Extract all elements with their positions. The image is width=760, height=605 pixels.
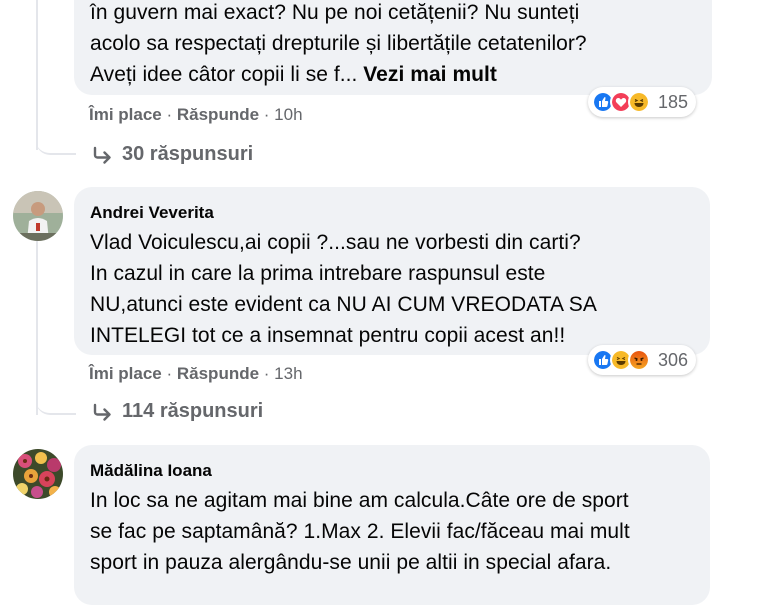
comment-bubble: Mădălina Ioana In loc sa ne agitam mai b… <box>74 445 710 605</box>
comment-time[interactable]: 13h <box>274 364 302 383</box>
reply-thread-elbow <box>36 385 76 415</box>
angry-reaction-icon <box>628 349 650 371</box>
comment-bubble: în guvern mai exact? Nu pe noi cetățenii… <box>74 0 712 95</box>
reaction-count: 306 <box>658 349 689 370</box>
comment-text-line: NU,atunci este evident ca NU AI CUM VREO… <box>90 293 597 316</box>
comment-text-line: sport in pauza alergându-se unii pe alti… <box>90 551 612 574</box>
comment-text-line: In cazul in care la prima intrebare rasp… <box>90 262 546 285</box>
comment-text-line: se fac pe saptamână? 1.Max 2. Elevii fac… <box>90 520 630 543</box>
comment-text-line: INTELEGI tot ce a insemnat pentru copii … <box>90 324 566 347</box>
reply-arrow-icon <box>93 403 111 421</box>
comment-text-line: acolo sa respectați drepturile și libert… <box>90 32 587 55</box>
thread-line <box>36 235 38 415</box>
comment-text-line: în guvern mai exact? Nu pe noi cetățenii… <box>90 1 580 24</box>
comment-author[interactable]: Andrei Veverita <box>90 203 214 223</box>
avatar[interactable] <box>13 449 63 499</box>
reaction-summary[interactable]: 306 <box>588 345 697 375</box>
comment-text-line: In loc sa ne agitam mai bine am calcula.… <box>90 489 629 512</box>
comment-actions: Îmi place · Răspunde · 10h <box>89 105 303 124</box>
haha-reaction-icon <box>628 91 650 113</box>
see-more-link[interactable]: Vezi mai mult <box>363 63 497 86</box>
comment-actions: Îmi place · Răspunde · 13h <box>89 364 303 383</box>
comment-text-line: Vlad Voiculescu,ai copii ?...sau ne vorb… <box>90 231 581 254</box>
comment-text-line: Aveți idee câtor copii li se f... <box>90 63 364 86</box>
view-replies-button[interactable]: 30 răspunsuri <box>92 143 253 166</box>
reply-button[interactable]: Răspunde <box>177 364 259 383</box>
reply-button[interactable]: Răspunde <box>177 105 259 124</box>
comment-author[interactable]: Mădălina Ioana <box>90 461 212 481</box>
reply-arrow-icon <box>93 146 111 164</box>
avatar[interactable] <box>13 191 63 241</box>
comment-time[interactable]: 10h <box>274 105 302 124</box>
thread-line <box>36 0 38 150</box>
view-replies-button[interactable]: 114 răspunsuri <box>92 400 263 423</box>
like-button[interactable]: Îmi place <box>89 364 162 383</box>
reaction-summary[interactable]: 185 <box>588 87 697 117</box>
comment-text-last: Aveți idee câtor copii li se f... Vezi m… <box>90 59 497 91</box>
replies-count-label: 30 răspunsuri <box>122 143 254 165</box>
replies-count-label: 114 răspunsuri <box>122 400 264 422</box>
like-button[interactable]: Îmi place <box>89 105 162 124</box>
comment-bubble: Andrei Veverita Vlad Voiculescu,ai copii… <box>74 187 710 355</box>
reaction-count: 185 <box>658 91 689 112</box>
reply-thread-elbow <box>36 125 76 155</box>
